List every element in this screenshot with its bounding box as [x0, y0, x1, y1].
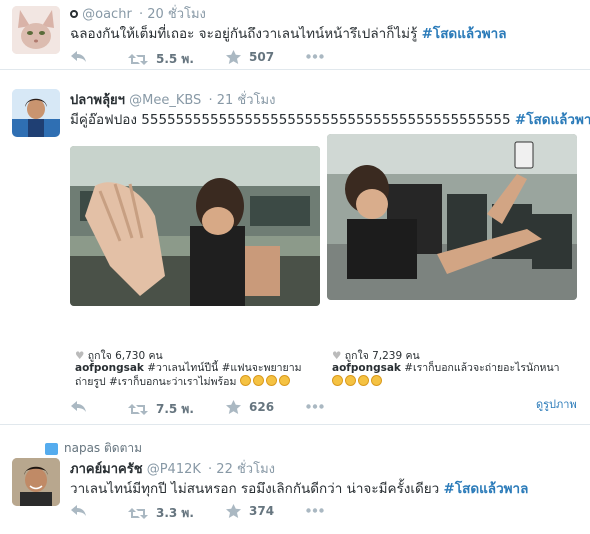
retweet-icon	[128, 508, 148, 519]
reply-button[interactable]	[70, 50, 87, 63]
favorite-star-icon	[226, 400, 241, 414]
tweet-timestamp[interactable]: · 21 ชั่วโมง	[208, 93, 275, 108]
avatar[interactable]	[12, 6, 60, 54]
favorite-count: 507	[249, 50, 275, 64]
airport-selfie-photo	[327, 134, 577, 300]
tweet-header: ภาคย์มาครัช @P412K · 22 ชั่วโมง	[70, 458, 275, 479]
retweet-button[interactable]: 3.3 พ.	[128, 504, 194, 523]
favorite-star-icon	[226, 50, 241, 64]
favorite-button[interactable]: 507	[226, 50, 274, 64]
user-fullname[interactable]: ภาคย์มาครัช	[70, 462, 143, 477]
emoji-row	[239, 375, 292, 388]
favorite-count: 626	[249, 400, 275, 414]
tweet-actions: 3.3 พ. 374	[70, 504, 370, 524]
follow-bird-icon	[45, 442, 58, 455]
user-handle[interactable]: @oachr	[82, 7, 132, 22]
hashtag-link[interactable]: #โสดแล้วพาล	[444, 481, 529, 497]
photo-2-caption: aofpongsak #เราก็บอกแล้วจะถ่ายอะไรนักหนา	[332, 361, 560, 389]
followed-by-context: napas ติดตาม	[45, 439, 142, 458]
retweet-count: 7.5 พ.	[156, 402, 194, 416]
view-photo-link[interactable]: ดูรูปภาพ	[536, 395, 577, 413]
reply-button[interactable]	[70, 504, 87, 517]
avatar[interactable]	[12, 89, 60, 137]
retweet-count: 3.3 พ.	[156, 506, 194, 520]
reply-icon	[71, 51, 86, 62]
tweet-photo-2[interactable]	[327, 134, 577, 300]
user-avatar-image	[12, 458, 60, 506]
favorite-star-icon	[226, 504, 241, 518]
more-button[interactable]	[306, 404, 324, 409]
tweet-header: ปลาพลุ้ยฯ @Mee_KBS · 21 ชั่วโมง	[70, 89, 275, 110]
more-dots-icon	[306, 54, 324, 59]
hashtag-link[interactable]: #โสดแล้วพาล	[515, 112, 590, 128]
more-dots-icon	[306, 508, 324, 513]
retweet-count: 5.5 พ.	[156, 52, 194, 66]
followed-by-text[interactable]: napas ติดตาม	[64, 439, 142, 458]
tweet-actions: 5.5 พ. 507	[70, 50, 370, 70]
user-handle[interactable]: @Mee_KBS	[129, 93, 201, 108]
user-fullname[interactable]: ปลาพลุ้ยฯ	[70, 93, 125, 108]
reply-icon	[71, 401, 86, 412]
emoji-row	[332, 375, 384, 388]
tweet-1: @oachr · 20 ชั่วโมง ฉลองกันให้เต็มที่เถอ…	[0, 0, 590, 70]
favorite-count: 374	[249, 504, 275, 518]
favorite-button[interactable]: 626	[226, 400, 274, 414]
reply-icon	[71, 505, 86, 516]
retweet-icon	[128, 54, 148, 65]
avatar[interactable]	[12, 458, 60, 506]
caption-username[interactable]: aofpongsak	[332, 362, 401, 374]
retweet-button[interactable]: 7.5 พ.	[128, 400, 194, 419]
tweet-text: วาเลนไทน์มีทุกปี ไม่สนหรอก รอมึงเลิกกันด…	[70, 481, 529, 497]
tweet-actions: 7.5 พ. 626	[70, 400, 370, 420]
user-handle[interactable]: @P412K	[147, 462, 201, 477]
tweet-text: มีคู่อ๊อฟปอง 555555555555555555555555555…	[70, 108, 590, 130]
more-dots-icon	[306, 404, 324, 409]
favorite-button[interactable]: 374	[226, 504, 274, 518]
photo-1-caption: aofpongsak #วาเลนไทน์ปีนี้ #แฟนจะพยายาม …	[75, 362, 302, 388]
tweet-2: ปลาพลุ้ยฯ @Mee_KBS · 21 ชั่วโมง มีคู่อ๊อ…	[0, 80, 590, 425]
retweet-button[interactable]: 5.5 พ.	[128, 50, 194, 69]
verified-ring-icon	[70, 10, 78, 18]
retweet-icon	[128, 404, 148, 415]
tweet-timestamp[interactable]: · 20 ชั่วโมง	[139, 7, 206, 22]
user-avatar-image	[12, 89, 60, 137]
tweet-header: @oachr · 20 ชั่วโมง	[70, 3, 206, 24]
tweet-text: ฉลองกันให้เต็มที่เถอะ จะอยู่กันถึงวาเลนไ…	[70, 26, 507, 42]
more-button[interactable]	[306, 508, 324, 513]
more-button[interactable]	[306, 54, 324, 59]
tweet-photo-1[interactable]	[70, 146, 320, 306]
reply-button[interactable]	[70, 400, 87, 413]
caption-username[interactable]: aofpongsak	[75, 362, 144, 374]
hashtag-link[interactable]: #โสดแล้วพาล	[422, 26, 507, 42]
tweet-3: napas ติดตาม ภาคย์มาครัช @P412K · 22 ชั่…	[0, 425, 590, 534]
sphynx-cat-avatar-image	[12, 6, 60, 54]
airport-selfie-photo	[70, 146, 320, 306]
tweet-timestamp[interactable]: · 22 ชั่วโมง	[208, 462, 275, 477]
